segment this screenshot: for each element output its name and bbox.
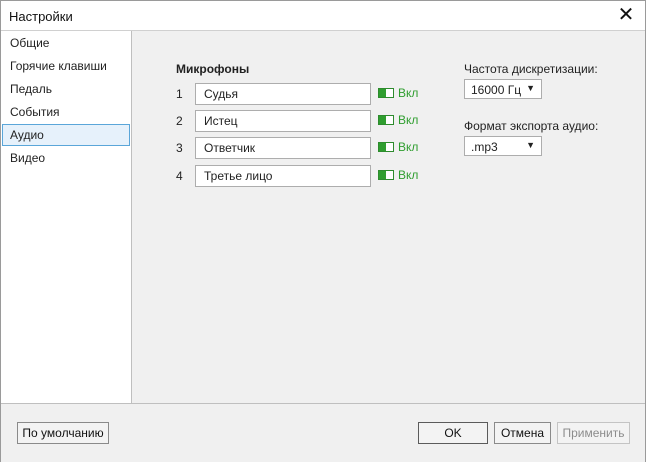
microphone-name-input[interactable] bbox=[195, 83, 371, 105]
close-icon: ✕ bbox=[617, 4, 635, 26]
microphone-toggle-label: Вкл bbox=[398, 113, 419, 127]
microphone-number: 2 bbox=[176, 114, 183, 128]
microphone-number: 1 bbox=[176, 87, 183, 101]
sample-rate-value: 16000 Гц bbox=[471, 83, 522, 97]
settings-sidebar: Общие Горячие клавиши Педаль События Ауд… bbox=[1, 31, 132, 403]
sidebar-item-pedal[interactable]: Педаль bbox=[2, 78, 130, 100]
microphone-toggle-label: Вкл bbox=[398, 140, 419, 154]
export-format-label: Формат экспорта аудио: bbox=[464, 119, 599, 133]
microphone-toggle-label: Вкл bbox=[398, 86, 419, 100]
sidebar-item-events[interactable]: События bbox=[2, 101, 130, 123]
microphone-toggle-label: Вкл bbox=[398, 168, 419, 182]
sidebar-item-hotkeys[interactable]: Горячие клавиши bbox=[2, 55, 130, 77]
sidebar-item-general[interactable]: Общие bbox=[2, 32, 130, 54]
apply-button[interactable]: Применить bbox=[557, 422, 630, 444]
microphone-toggle[interactable] bbox=[378, 170, 394, 180]
sidebar-item-video[interactable]: Видео bbox=[2, 147, 130, 169]
microphone-toggle[interactable] bbox=[378, 142, 394, 152]
chevron-down-icon: ▼ bbox=[526, 140, 535, 150]
microphone-name-input[interactable] bbox=[195, 110, 371, 132]
microphone-number: 4 bbox=[176, 169, 183, 183]
dialog-footer: По умолчанию OK Отмена Применить bbox=[1, 403, 645, 462]
dialog-title: Настройки bbox=[9, 9, 73, 24]
settings-dialog: Настройки ✕ Общие Горячие клавиши Педаль… bbox=[0, 0, 646, 462]
microphones-heading: Микрофоны bbox=[176, 62, 250, 76]
sidebar-item-audio[interactable]: Аудио bbox=[2, 124, 130, 146]
microphone-name-input[interactable] bbox=[195, 165, 371, 187]
microphone-number: 3 bbox=[176, 141, 183, 155]
ok-button[interactable]: OK bbox=[418, 422, 488, 444]
microphone-toggle[interactable] bbox=[378, 88, 394, 98]
cancel-button[interactable]: Отмена bbox=[494, 422, 551, 444]
audio-settings-panel: Микрофоны 1 Вкл 2 Вкл 3 Вкл 4 Вкл Частот… bbox=[132, 31, 645, 403]
sample-rate-dropdown[interactable]: 16000 Гц ▼ bbox=[464, 79, 542, 99]
chevron-down-icon: ▼ bbox=[526, 83, 535, 93]
export-format-value: .mp3 bbox=[471, 140, 498, 154]
microphone-toggle[interactable] bbox=[378, 115, 394, 125]
title-bar: Настройки ✕ bbox=[1, 1, 645, 31]
microphone-name-input[interactable] bbox=[195, 137, 371, 159]
close-button[interactable]: ✕ bbox=[615, 4, 637, 26]
export-format-dropdown[interactable]: .mp3 ▼ bbox=[464, 136, 542, 156]
sample-rate-label: Частота дискретизации: bbox=[464, 62, 598, 76]
restore-defaults-button[interactable]: По умолчанию bbox=[17, 422, 109, 444]
